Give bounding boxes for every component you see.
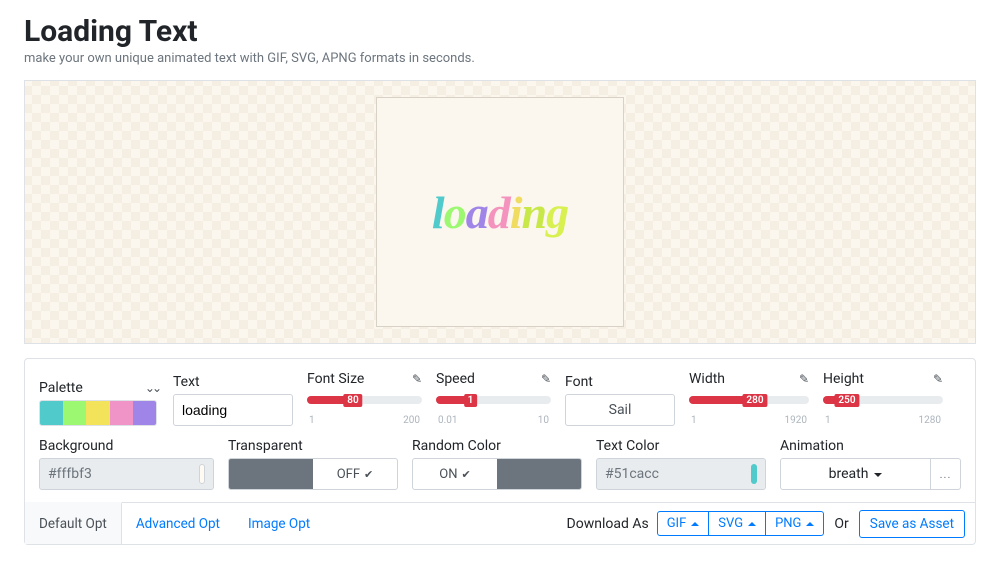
height-label: Height bbox=[823, 371, 864, 387]
download-gif-button[interactable]: GIF bbox=[658, 512, 709, 535]
fontsize-label: Font Size bbox=[307, 371, 364, 387]
textcolor-input[interactable]: #51cacc bbox=[596, 458, 766, 490]
animation-label: Animation bbox=[780, 438, 844, 454]
animation-more-button[interactable]: ... bbox=[930, 459, 960, 489]
text-label: Text bbox=[173, 374, 200, 390]
width-slider[interactable]: 280 bbox=[689, 391, 809, 409]
pencil-icon[interactable]: ✎ bbox=[541, 372, 551, 386]
palette-label: Palette bbox=[39, 380, 83, 396]
animation-select[interactable]: breath ... bbox=[780, 458, 961, 490]
download-label: Download As bbox=[567, 504, 649, 544]
save-asset-button[interactable]: Save as Asset bbox=[859, 510, 965, 538]
download-svg-button[interactable]: SVG bbox=[708, 512, 765, 535]
preview-text: loading bbox=[432, 186, 568, 239]
pencil-icon[interactable]: ✎ bbox=[799, 372, 809, 386]
pencil-icon[interactable]: ✎ bbox=[933, 372, 943, 386]
textcolor-label: Text Color bbox=[596, 438, 659, 454]
transparent-toggle[interactable]: OFF✔ bbox=[228, 458, 398, 490]
transparent-label: Transparent bbox=[228, 438, 303, 454]
font-select[interactable]: Sail bbox=[565, 394, 675, 426]
preview-canvas: loading bbox=[376, 97, 624, 327]
tab-advanced[interactable]: Advanced Opt bbox=[122, 504, 234, 544]
background-label: Background bbox=[39, 438, 113, 454]
pencil-icon[interactable]: ✎ bbox=[412, 372, 422, 386]
randomcolor-label: Random Color bbox=[412, 438, 501, 454]
chevron-down-icon[interactable]: ⌄⌄ bbox=[145, 381, 159, 395]
download-png-button[interactable]: PNG bbox=[765, 512, 823, 535]
speed-slider[interactable]: 1 bbox=[436, 391, 551, 409]
download-format-group: GIF SVG PNG bbox=[657, 511, 825, 536]
randomcolor-toggle[interactable]: ON✔ bbox=[412, 458, 582, 490]
text-input[interactable] bbox=[173, 394, 293, 426]
height-slider[interactable]: 250 bbox=[823, 391, 943, 409]
fontsize-slider[interactable]: 80 bbox=[307, 391, 422, 409]
or-label: Or bbox=[834, 516, 848, 532]
preview-area: loading bbox=[24, 80, 976, 344]
palette-strip[interactable] bbox=[39, 400, 157, 426]
page-subtitle: make your own unique animated text with … bbox=[24, 51, 976, 66]
background-input[interactable]: #fffbf3 bbox=[39, 458, 214, 490]
page-title: Loading Text bbox=[24, 14, 976, 49]
tab-default[interactable]: Default Opt bbox=[25, 502, 122, 544]
control-panel: Palette ⌄⌄ Text Font Size ✎ 80 1200 bbox=[24, 358, 976, 545]
font-label: Font bbox=[565, 374, 593, 390]
speed-label: Speed bbox=[436, 371, 475, 387]
width-label: Width bbox=[689, 371, 725, 387]
tab-image[interactable]: Image Opt bbox=[234, 504, 324, 544]
